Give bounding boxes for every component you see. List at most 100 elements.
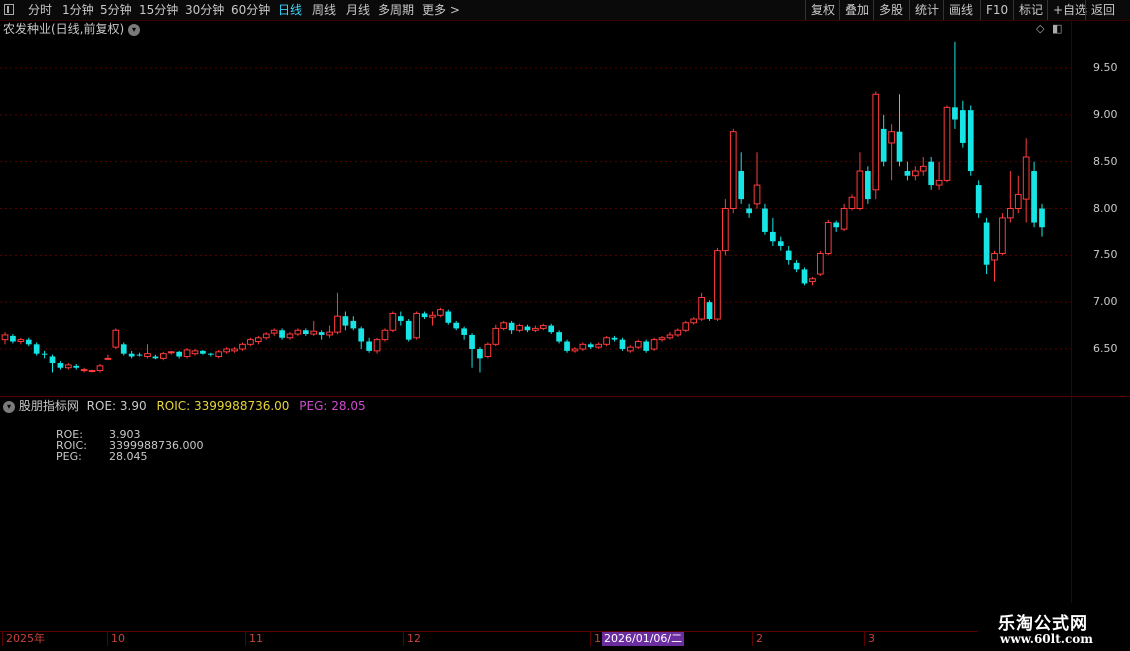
tab-more[interactable]: 更多 > bbox=[422, 0, 460, 20]
candle bbox=[975, 180, 982, 218]
candle bbox=[10, 334, 16, 344]
row-value: 28.045 bbox=[109, 450, 148, 463]
candle bbox=[334, 292, 341, 335]
candle bbox=[991, 250, 998, 282]
candle bbox=[770, 217, 776, 246]
stock-title: 农发种业(日线,前复权) ▾ bbox=[3, 20, 141, 38]
candle bbox=[73, 363, 80, 370]
pane-separator[interactable] bbox=[0, 396, 1130, 397]
candle bbox=[516, 323, 523, 333]
candle bbox=[840, 203, 848, 231]
date-axis[interactable]: 2025年 10 11 12 1 2026/01/06/二 2 3 bbox=[0, 631, 1071, 651]
candle bbox=[128, 350, 135, 359]
tab-1min[interactable]: 1分钟 bbox=[62, 0, 94, 20]
stats-button[interactable]: 统计 bbox=[909, 0, 944, 20]
candle bbox=[191, 349, 199, 356]
menu-icon[interactable] bbox=[4, 4, 14, 15]
candlestick-chart[interactable] bbox=[0, 38, 1071, 395]
candle bbox=[801, 267, 808, 286]
candle bbox=[738, 152, 745, 204]
candle bbox=[611, 335, 618, 342]
indicator-name[interactable]: 股朋指标网 bbox=[19, 399, 79, 413]
panel-toggle-icon[interactable]: ◧ bbox=[1052, 22, 1062, 35]
tab-multi-period[interactable]: 多周期 bbox=[378, 0, 414, 20]
candle bbox=[310, 320, 318, 336]
candle bbox=[120, 342, 127, 356]
tab-weekly[interactable]: 周线 bbox=[312, 0, 336, 20]
indicator-header: ▾ 股朋指标网 ROE: 3.90 ROIC: 3399988736.00 PE… bbox=[3, 398, 366, 414]
candle bbox=[579, 342, 587, 351]
tab-30min[interactable]: 30分钟 bbox=[185, 0, 224, 20]
tab-5min[interactable]: 5分钟 bbox=[100, 0, 132, 20]
candle bbox=[469, 333, 475, 368]
candle bbox=[746, 203, 752, 218]
candle bbox=[682, 320, 690, 333]
diamond-icon[interactable]: ◇ bbox=[1036, 22, 1044, 35]
chevron-down-icon[interactable]: ▾ bbox=[128, 23, 141, 36]
candle bbox=[326, 325, 333, 338]
candle bbox=[262, 332, 270, 340]
draw-line-button[interactable]: 画线 bbox=[943, 0, 978, 20]
tab-15min[interactable]: 15分钟 bbox=[139, 0, 178, 20]
candle bbox=[872, 91, 880, 200]
chevron-down-icon[interactable]: ▾ bbox=[3, 400, 15, 413]
candle bbox=[1031, 161, 1037, 228]
candle bbox=[1, 332, 9, 345]
candle bbox=[539, 323, 547, 331]
candle bbox=[254, 335, 262, 345]
candle bbox=[64, 363, 72, 370]
candle bbox=[144, 344, 151, 359]
side-info-strip[interactable] bbox=[1118, 20, 1130, 632]
candle bbox=[785, 245, 792, 265]
candle bbox=[437, 307, 444, 318]
candle bbox=[634, 339, 642, 349]
candle bbox=[413, 311, 420, 340]
candle bbox=[833, 220, 840, 232]
candle bbox=[302, 328, 309, 336]
candle bbox=[658, 335, 666, 342]
candle bbox=[231, 347, 238, 353]
candle bbox=[373, 337, 381, 354]
candle bbox=[952, 41, 958, 129]
period-toolbar: 分时 1分钟 5分钟 15分钟 30分钟 60分钟 日线 周线 月线 多周期 更… bbox=[0, 0, 1130, 21]
candle bbox=[556, 330, 562, 344]
candle bbox=[690, 317, 698, 325]
price-tick-label: 7.50 bbox=[1093, 248, 1118, 262]
candle bbox=[548, 323, 555, 335]
back-button[interactable]: 返回 bbox=[1085, 0, 1120, 20]
candle bbox=[643, 339, 650, 353]
candle bbox=[722, 199, 729, 256]
multi-stock-button[interactable]: 多股 bbox=[873, 0, 908, 20]
tab-monthly[interactable]: 月线 bbox=[346, 0, 370, 20]
candle bbox=[429, 311, 436, 326]
candle bbox=[477, 347, 483, 373]
overlay-button[interactable]: 叠加 bbox=[839, 0, 874, 20]
candle bbox=[1014, 175, 1022, 214]
candle bbox=[911, 166, 919, 181]
tab-daily[interactable]: 日线 bbox=[278, 0, 302, 20]
crosshair-date: 2026/01/06/二 bbox=[602, 632, 685, 646]
candle bbox=[397, 311, 404, 326]
candle bbox=[183, 348, 191, 359]
candle bbox=[286, 332, 294, 340]
f10-button[interactable]: F10 bbox=[980, 0, 1013, 20]
candle bbox=[318, 330, 325, 340]
candle bbox=[279, 328, 285, 340]
candle bbox=[176, 350, 183, 359]
candle bbox=[603, 335, 610, 347]
tab-timeshare[interactable]: 分时 bbox=[28, 0, 52, 20]
candle bbox=[152, 354, 159, 360]
candle bbox=[112, 328, 120, 349]
candle bbox=[714, 247, 721, 321]
candle bbox=[571, 347, 579, 353]
candle bbox=[896, 94, 903, 167]
mark-button[interactable]: 标记 bbox=[1013, 0, 1048, 20]
date-label: 12 bbox=[403, 632, 421, 646]
candle bbox=[49, 354, 56, 373]
candle bbox=[453, 320, 460, 331]
candle bbox=[848, 194, 856, 211]
adjust-button[interactable]: 复权 bbox=[805, 0, 840, 20]
watermark-title: 乐淘公式网 bbox=[998, 614, 1088, 634]
candle bbox=[445, 309, 452, 325]
tab-60min[interactable]: 60分钟 bbox=[231, 0, 270, 20]
